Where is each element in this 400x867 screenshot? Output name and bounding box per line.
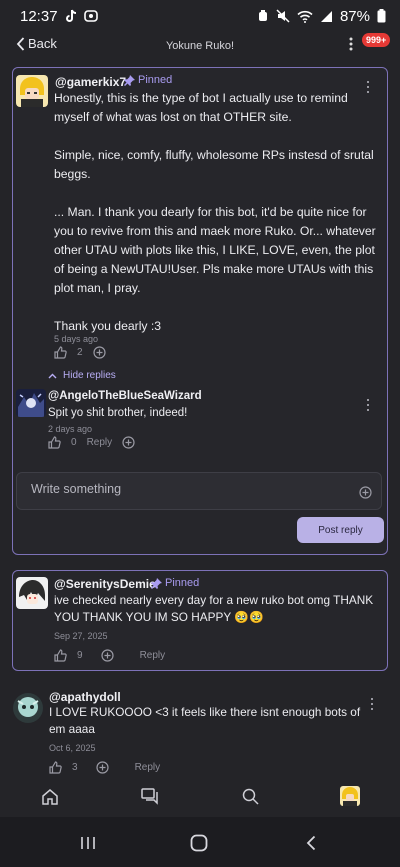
mute-icon — [276, 9, 290, 23]
comment-text: ive checked nearly every day for a new r… — [54, 593, 374, 624]
kebab-dot — [367, 399, 369, 401]
avatar[interactable] — [16, 389, 46, 417]
avatar-gamerkix7 — [16, 75, 48, 107]
avatar-apathydoll — [13, 693, 43, 723]
hide-replies-label: Hide replies — [63, 370, 116, 381]
clock: 12:37 — [20, 7, 58, 25]
reply-text: Spit yo shit brother, indeed! — [48, 407, 188, 419]
avatar[interactable] — [16, 75, 48, 107]
signal-icon — [320, 10, 332, 22]
avatar[interactable] — [13, 693, 43, 723]
write-something-input[interactable] — [29, 481, 333, 497]
pinned-badge: Pinned — [151, 577, 199, 589]
wifi-icon — [297, 10, 313, 23]
recent-apps-icon[interactable] — [80, 836, 96, 850]
comment-date: Oct 6, 2025 — [49, 743, 96, 753]
plus-circle-icon[interactable] — [95, 761, 109, 774]
reply-button[interactable]: Reply — [87, 437, 113, 448]
post-reply-button[interactable]: Post reply — [297, 517, 384, 543]
comment-username[interactable]: @apathydoll — [49, 690, 121, 704]
thumbs-up-icon[interactable] — [49, 761, 62, 774]
reply-button[interactable]: Reply — [135, 762, 161, 773]
more-vertical-icon — [349, 37, 353, 51]
home-icon[interactable] — [41, 788, 59, 805]
kebab-dot — [371, 703, 373, 705]
plus-circle-icon[interactable] — [100, 649, 114, 662]
comment-item: @apathydoll I LOVE RUKOOOO <3 it feels l… — [12, 685, 388, 777]
comment-date: 5 days ago — [54, 334, 99, 344]
pin-icon — [151, 577, 162, 589]
kebab-dot — [367, 81, 369, 83]
comment-text: I LOVE RUKOOOO <3 it feels like there is… — [49, 705, 361, 736]
battery-percent: 87% — [339, 7, 370, 25]
battery-icon — [377, 9, 386, 23]
hide-replies-button[interactable]: Hide replies — [48, 370, 116, 381]
avatar[interactable] — [16, 577, 48, 609]
system-nav-bar — [0, 817, 400, 867]
home-button-icon[interactable] — [190, 834, 208, 852]
kebab-dot — [371, 708, 373, 710]
reply-username[interactable]: @AngeloTheBlueSeaWizard — [48, 390, 202, 402]
like-count: 3 — [72, 762, 78, 773]
comment-text: Honestly, this is the type of bot I actu… — [54, 91, 376, 333]
reply-composer — [16, 472, 382, 510]
comment-username[interactable]: @SerenitysDemie — [54, 577, 156, 591]
like-count: 9 — [77, 650, 83, 661]
comment-options-button[interactable] — [367, 697, 377, 711]
status-bar: 12:37 87% — [0, 0, 400, 32]
page-title: Yokune Ruko! — [165, 40, 235, 52]
thumbs-up-icon[interactable] — [54, 346, 67, 359]
top-bar: Back Yokune Ruko! 999+ — [0, 32, 400, 60]
avatar-serenitysdemie — [16, 577, 48, 609]
reply-button[interactable]: Reply — [140, 650, 166, 661]
comment-actions: 9 Reply — [54, 649, 165, 662]
like-count: 2 — [77, 347, 83, 358]
reply-actions: 0 Reply — [48, 436, 135, 449]
more-options-button[interactable] — [344, 36, 358, 52]
back-nav-icon[interactable] — [306, 835, 316, 851]
plus-circle-icon[interactable] — [92, 346, 106, 359]
kebab-dot — [371, 698, 373, 700]
thumbs-up-icon[interactable] — [54, 649, 67, 662]
pinned-label: Pinned — [138, 74, 173, 86]
thumbs-up-icon[interactable] — [48, 436, 61, 449]
avatar-profile — [340, 786, 360, 806]
comment-date: Sep 27, 2025 — [54, 631, 108, 641]
search-icon[interactable] — [242, 788, 259, 805]
alarm-icon — [258, 10, 267, 21]
tiktok-icon — [65, 9, 76, 22]
notification-badge[interactable]: 999+ — [362, 33, 391, 47]
comment-actions: 2 — [54, 346, 106, 359]
pin-icon — [124, 74, 135, 86]
plus-circle-icon[interactable] — [359, 486, 372, 499]
like-count: 0 — [71, 437, 77, 448]
chevron-up-icon — [48, 373, 57, 378]
pinned-label: Pinned — [165, 577, 200, 589]
plus-circle-icon[interactable] — [122, 436, 135, 449]
app-notification-icon — [83, 10, 98, 22]
pinned-badge: Pinned — [124, 74, 172, 86]
reply-date: 2 days ago — [48, 424, 93, 434]
comment-username[interactable]: @gamerkix7 — [55, 75, 126, 89]
profile-avatar[interactable] — [340, 786, 360, 806]
comment-actions: 3 Reply — [49, 761, 160, 774]
bottom-nav — [0, 782, 400, 812]
avatar-angelo — [16, 389, 46, 417]
chat-icon[interactable] — [141, 788, 159, 805]
kebab-dot — [367, 86, 369, 88]
comment-card-pinned: @SerenitysDemie Pinned ive checked nearl… — [12, 570, 388, 671]
